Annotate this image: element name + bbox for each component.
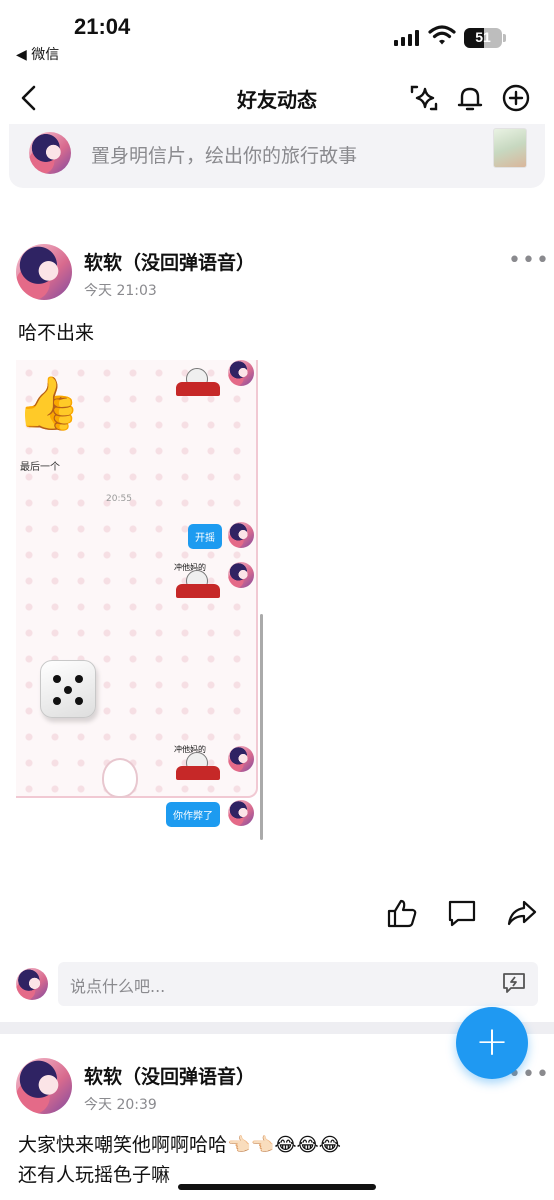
plus-icon: +	[475, 1019, 509, 1065]
post-author[interactable]: 软软（没回弹语音）	[84, 1062, 255, 1089]
share-icon[interactable]	[506, 898, 538, 928]
bell-icon[interactable]	[454, 82, 486, 114]
post-time: 今天 21:03	[84, 283, 157, 299]
meme-sticker: 冲他妈的	[174, 744, 222, 784]
my-avatar	[29, 132, 71, 174]
meme-sticker	[174, 360, 222, 400]
post-avatar[interactable]	[16, 244, 72, 300]
post-image[interactable]: 👍 最后一个 20:55 开摇 冲他妈的 冲他妈的 你作弊了	[16, 360, 266, 882]
battery-icon: 51	[464, 28, 502, 48]
post-text: 还有人玩摇色子嘛	[18, 1164, 171, 1186]
post-avatar[interactable]	[16, 1058, 72, 1114]
chat-bubble: 你作弊了	[166, 802, 220, 827]
post-text: 哈不出来	[18, 322, 95, 344]
home-indicator	[178, 1184, 376, 1190]
wifi-icon	[428, 25, 456, 45]
chat-bubble: 开摇	[188, 524, 222, 549]
comment-placeholder[interactable]: 说点什么吧...	[70, 973, 165, 997]
thumbs-up-emoji: 👍	[16, 374, 81, 434]
signal-icon	[394, 30, 420, 46]
add-post-button[interactable]: +	[456, 1007, 528, 1079]
status-bar: 21:04 ◀ 微信 51	[0, 0, 554, 70]
emoji-icon[interactable]	[502, 972, 526, 994]
chat-avatar	[228, 800, 254, 826]
postcard-thumbnail[interactable]	[493, 128, 527, 168]
like-icon[interactable]	[386, 898, 418, 928]
composer-placeholder[interactable]: 置身明信片，绘出你的旅行故事	[91, 141, 357, 168]
meme-sticker: 冲他妈的	[174, 562, 222, 602]
chat-avatar	[228, 562, 254, 588]
comment-icon[interactable]	[446, 898, 478, 928]
plus-circle-icon[interactable]	[500, 82, 532, 114]
back-to-wechat-link[interactable]: ◀ 微信	[16, 44, 59, 64]
post-time: 今天 20:39	[84, 1097, 157, 1113]
nav-bar: 好友动态	[0, 70, 554, 126]
battery-level: 51	[475, 29, 491, 45]
more-options-icon[interactable]: •••	[508, 248, 550, 273]
sparkle-icon[interactable]	[408, 82, 440, 114]
scrollbar	[260, 614, 263, 840]
chat-avatar	[228, 522, 254, 548]
chat-avatar	[228, 746, 254, 772]
chat-timestamp: 20:55	[106, 494, 132, 504]
battery-tip	[503, 34, 506, 42]
composer-card[interactable]: 置身明信片，绘出你的旅行故事	[9, 124, 545, 188]
bunny-sticker	[102, 758, 138, 798]
post-author[interactable]: 软软（没回弹语音）	[84, 248, 255, 275]
status-time: 21:04	[74, 14, 131, 39]
dice-icon	[40, 660, 96, 718]
chat-avatar	[228, 360, 254, 386]
comment-input[interactable]: 说点什么吧...	[58, 962, 538, 1006]
divider	[0, 210, 554, 222]
commenter-avatar	[16, 968, 48, 1000]
post-text: 大家快来嘲笑他啊啊哈哈👈🏻👈🏻😂😂😂	[18, 1134, 341, 1156]
chat-label: 最后一个	[20, 462, 60, 473]
